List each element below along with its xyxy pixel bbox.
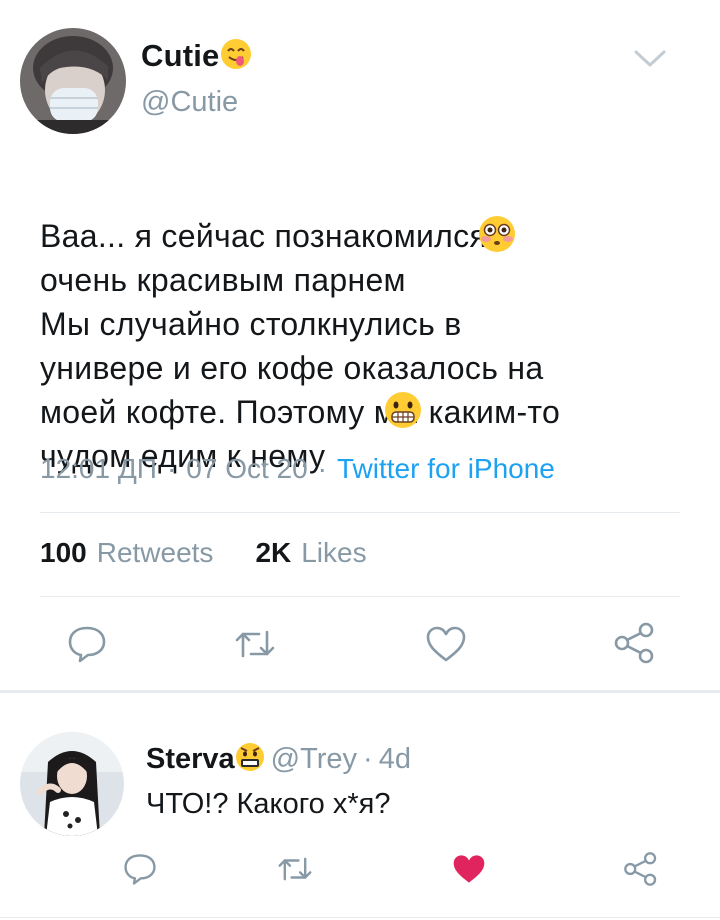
reply-avatar[interactable] [20, 732, 124, 836]
reply-handle[interactable]: @Trey [271, 743, 357, 775]
author-name-text: Cutie [141, 38, 220, 73]
author-name[interactable]: Cutie [141, 38, 252, 78]
reply-author-name-text: Sterva [146, 743, 235, 775]
section-separator [0, 690, 720, 693]
author-avatar[interactable] [20, 28, 126, 134]
likes-label: Likes [301, 537, 367, 568]
flushed-emoji-icon [477, 214, 517, 259]
share-icon[interactable] [622, 850, 660, 888]
retweets-count: 100 [40, 537, 87, 568]
divider [40, 596, 680, 597]
likes-count: 2K [255, 537, 292, 568]
yum-emoji-icon [220, 38, 252, 78]
comment-icon[interactable] [66, 624, 108, 664]
comment-icon[interactable] [122, 852, 158, 886]
likes-stat[interactable]: 2K Likes [255, 537, 366, 568]
grimacing-emoji-icon [383, 390, 423, 435]
meta-separator: · [317, 453, 327, 484]
reply-separator: · [363, 743, 373, 775]
cursing-emoji-icon [235, 742, 265, 780]
tweet-source-link[interactable]: Twitter for iPhone [337, 453, 555, 484]
reply-age: 4d [378, 743, 411, 775]
heart-icon-liked[interactable] [450, 852, 488, 886]
retweet-icon[interactable] [274, 852, 316, 886]
heart-icon[interactable] [424, 624, 468, 664]
retweets-label: Retweets [96, 537, 214, 568]
reply-author-name[interactable]: Sterva [146, 743, 265, 775]
share-icon[interactable] [612, 620, 658, 666]
author-handle[interactable]: @Cutie [141, 86, 238, 119]
tweet-date: 07 Oct 20 [186, 453, 308, 484]
divider [0, 917, 720, 918]
chevron-down-icon[interactable] [632, 44, 668, 72]
retweets-stat[interactable]: 100 Retweets [40, 537, 213, 568]
reply-header: Sterva @Trey · 4d [146, 742, 411, 780]
meta-separator: · [166, 453, 177, 484]
tweet-meta: 12:01 ДП · 07 Oct 20 · Twitter for iPhone [40, 453, 555, 485]
divider [40, 512, 680, 513]
reply-text: ЧТО!? Какого х*я? [146, 788, 391, 820]
tweet-text: Ваа... я сейчас познакомился с очень кра… [40, 170, 690, 478]
retweet-icon[interactable] [231, 624, 279, 664]
tweet-stats: 100 Retweets 2K Likes [40, 537, 367, 569]
tweet-time: 12:01 ДП [40, 453, 157, 484]
